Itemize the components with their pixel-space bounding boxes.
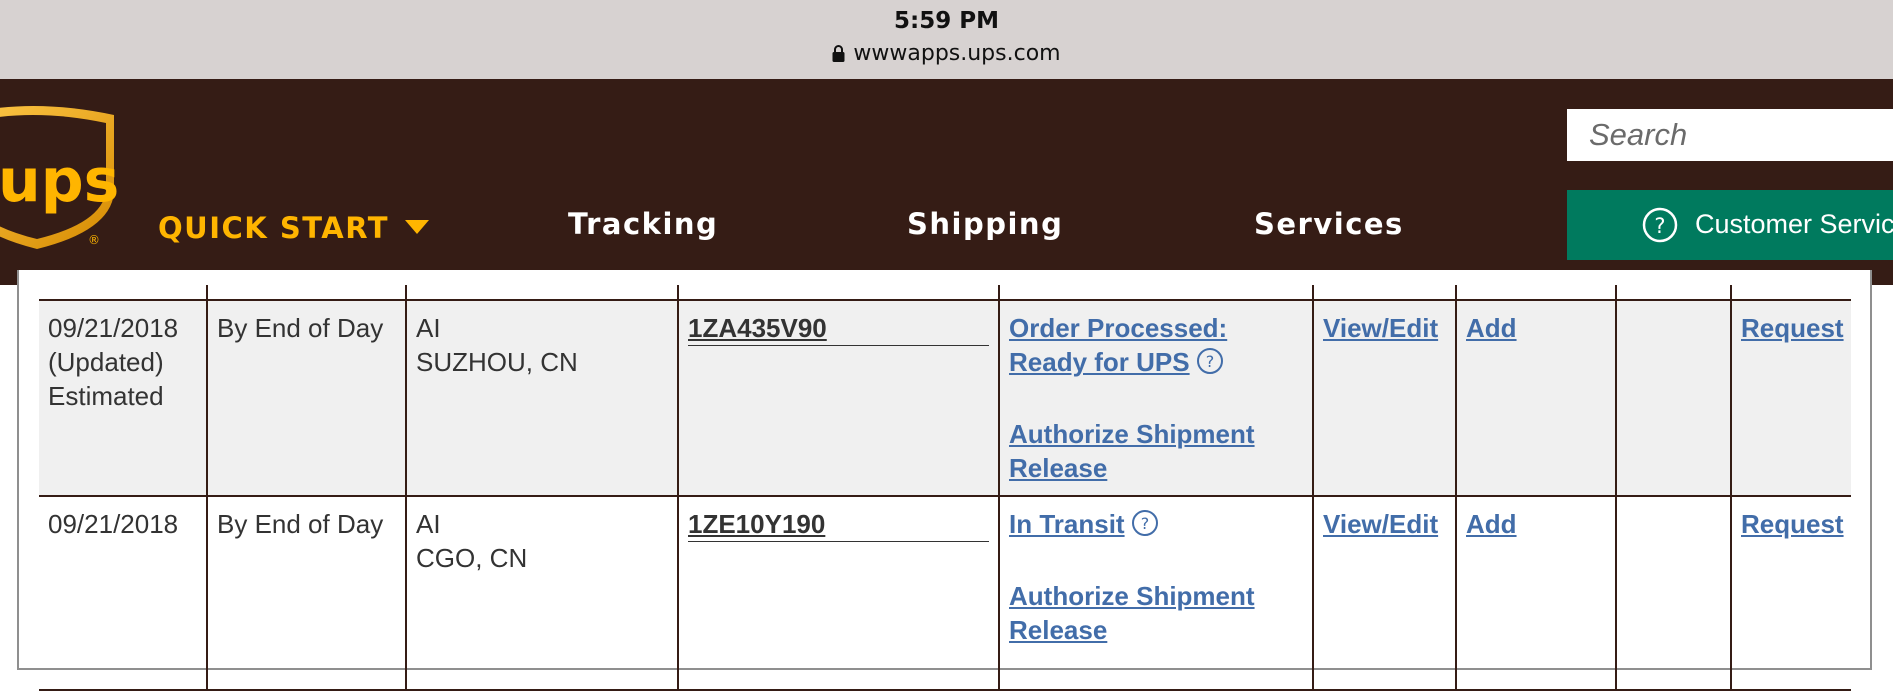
tracking-number[interactable]: 1ZE10Y190	[688, 507, 989, 542]
table-row: 09/21/2018 (Updated) Estimated By End of…	[39, 300, 1851, 497]
nav-tracking[interactable]: Tracking	[568, 207, 718, 241]
logo-text: ups	[0, 146, 118, 216]
request-cell: Request	[1730, 300, 1851, 497]
status-cell: Order Processed: Ready for UPS? Authorize…	[998, 300, 1314, 497]
origin-cell: AI CGO, CN	[405, 496, 679, 691]
shipments-table: 09/21/2018 (Updated) Estimated By End of…	[39, 285, 1851, 691]
browser-status-bar: 5:59 PM wwwapps.ups.com	[0, 0, 1893, 79]
authorize-shipment-release-link[interactable]: Authorize Shipment Release	[1009, 581, 1255, 645]
authorize-shipment-release-link[interactable]: Authorize Shipment Release	[1009, 419, 1255, 483]
customer-service-button[interactable]: ? Customer Service	[1567, 190, 1893, 260]
site-header: ups ® QUICK START Tracking Shipping Serv…	[0, 79, 1893, 285]
empty-cell	[1615, 300, 1732, 497]
customer-service-label: Customer Service	[1695, 209, 1893, 239]
nav-services[interactable]: Services	[1254, 207, 1404, 241]
address-bar[interactable]: wwwapps.ups.com	[0, 41, 1893, 68]
nav-shipping[interactable]: Shipping	[907, 207, 1063, 241]
lock-icon	[832, 43, 845, 68]
url-text: wwwapps.ups.com	[853, 41, 1061, 66]
svg-text:®: ®	[88, 233, 100, 247]
tracking-number-cell: 1ZA435V90	[677, 300, 1000, 497]
search-box[interactable]	[1567, 109, 1893, 161]
svg-text:?: ?	[1654, 214, 1665, 238]
help-icon[interactable]: ?	[1131, 509, 1159, 545]
status-link[interactable]: Order Processed: Ready for UPS	[1009, 313, 1227, 377]
ups-logo[interactable]: ups ®	[0, 105, 119, 249]
svg-text:?: ?	[1205, 352, 1214, 371]
add-cell: Add	[1455, 300, 1617, 497]
origin-cell: AI SUZHOU, CN	[405, 300, 679, 497]
table-row: 09/21/2018 By End of Day AI CGO, CN 1ZE1…	[39, 496, 1851, 691]
request-link[interactable]: Request	[1741, 313, 1844, 343]
clock: 5:59 PM	[894, 8, 999, 34]
help-circle-icon: ?	[1642, 207, 1678, 248]
help-icon[interactable]: ?	[1196, 347, 1224, 383]
add-link[interactable]: Add	[1466, 509, 1517, 539]
tracking-number-cell: 1ZE10Y190	[677, 496, 1000, 691]
view-edit-cell: View/Edit	[1312, 300, 1457, 497]
search-input[interactable]	[1569, 111, 1893, 159]
request-link[interactable]: Request	[1741, 509, 1844, 539]
chevron-down-icon	[405, 207, 430, 241]
table-top-row	[39, 285, 1851, 301]
view-edit-cell: View/Edit	[1312, 496, 1457, 691]
view-edit-link[interactable]: View/Edit	[1323, 509, 1438, 539]
status-cell: In Transit? Authorize Shipment Release	[998, 496, 1314, 691]
empty-cell	[1615, 496, 1732, 691]
status-link[interactable]: In Transit	[1009, 509, 1125, 539]
tracking-number[interactable]: 1ZA435V90	[688, 311, 989, 346]
add-cell: Add	[1455, 496, 1617, 691]
delivery-cell: By End of Day	[206, 300, 407, 497]
svg-text:?: ?	[1140, 514, 1149, 533]
date-cell: 09/21/2018	[39, 496, 208, 691]
view-edit-link[interactable]: View/Edit	[1323, 313, 1438, 343]
request-cell: Request	[1730, 496, 1851, 691]
nav-quick-start[interactable]: QUICK START	[158, 207, 430, 245]
delivery-cell: By End of Day	[206, 496, 407, 691]
date-cell: 09/21/2018 (Updated) Estimated	[39, 300, 208, 497]
add-link[interactable]: Add	[1466, 313, 1517, 343]
